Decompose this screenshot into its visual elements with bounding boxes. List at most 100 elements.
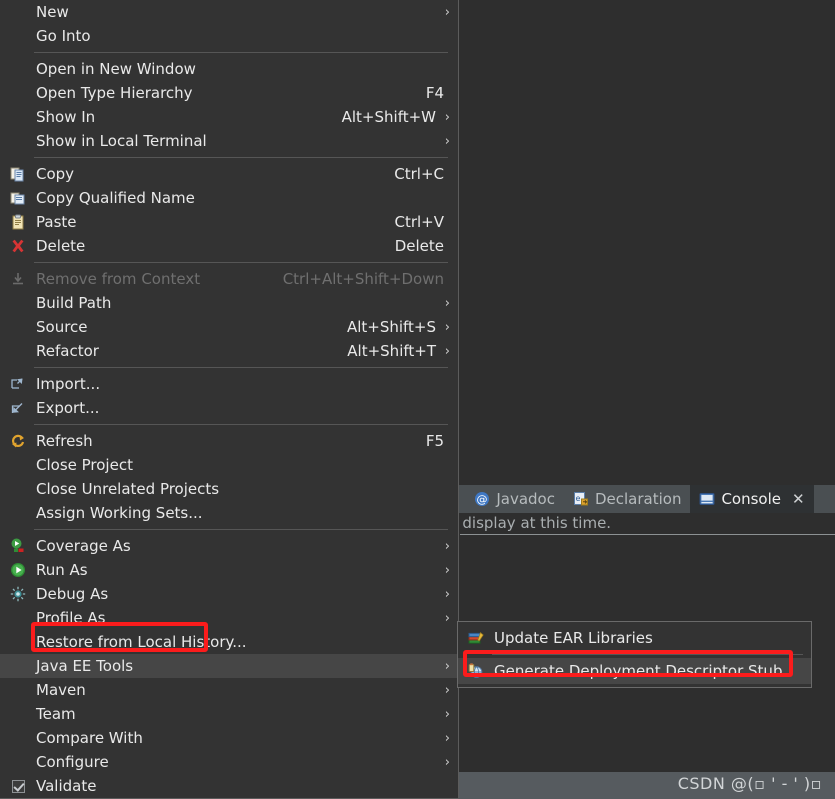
menu-item-label: Refactor	[36, 342, 99, 360]
menu-item-source[interactable]: Source Alt+Shift+S ›	[0, 315, 458, 339]
menu-item-import[interactable]: Import...	[0, 372, 458, 396]
export-icon	[0, 397, 36, 419]
submenu-item-label: Generate Deployment Descriptor Stub	[494, 662, 783, 680]
menu-item-label: Validate	[36, 777, 97, 795]
chevron-right-icon: ›	[444, 658, 450, 674]
submenu-separator	[492, 654, 803, 655]
menu-item-label: Profile As	[36, 609, 106, 627]
submenu-item-generate-deployment-descriptor-stub[interactable]: Generate Deployment Descriptor Stub	[458, 658, 811, 684]
menu-item-label: Assign Working Sets...	[36, 504, 203, 522]
menu-item-java-ee-tools[interactable]: Java EE Tools ›	[0, 654, 458, 678]
menu-item-assign-working-sets[interactable]: Assign Working Sets...	[0, 501, 458, 525]
menu-item-close-unrelated-projects[interactable]: Close Unrelated Projects	[0, 477, 458, 501]
chevron-right-icon: ›	[444, 4, 450, 20]
menu-item-show-in-local-terminal[interactable]: Show in Local Terminal ›	[0, 129, 458, 153]
menu-item-go-into[interactable]: Go Into	[0, 24, 458, 48]
menu-item-label: Team	[36, 705, 76, 723]
csdn-watermark: CSDN @(▫ ' - ' )▫	[677, 774, 822, 793]
menu-item-label: Show in Local Terminal	[36, 132, 207, 150]
menu-item-paste[interactable]: Paste Ctrl+V	[0, 210, 458, 234]
menu-item-coverage-as[interactable]: Coverage As ›	[0, 534, 458, 558]
menu-item-label: Configure	[36, 753, 109, 771]
svg-text:e: e	[576, 494, 581, 503]
menu-separator	[34, 52, 448, 53]
menu-item-icon-placeholder	[0, 751, 36, 773]
menu-item-validate[interactable]: Validate	[0, 774, 458, 798]
chevron-right-icon: ›	[444, 319, 450, 335]
console-icon	[699, 491, 715, 507]
menu-item-label: Coverage As	[36, 537, 131, 555]
menu-item-refresh[interactable]: Refresh F5	[0, 429, 458, 453]
remove-from-context-icon	[0, 268, 36, 290]
menu-item-label: Close Unrelated Projects	[36, 480, 220, 498]
menu-item-compare-with[interactable]: Compare With ›	[0, 726, 458, 750]
chevron-right-icon: ›	[444, 343, 450, 359]
menu-item-label: Remove from Context	[36, 270, 201, 288]
menu-item-icon-placeholder	[0, 25, 36, 47]
menu-item-icon-placeholder	[0, 679, 36, 701]
delete-icon	[0, 235, 36, 257]
tab-console[interactable]: Console ✕	[690, 485, 814, 513]
menu-item-label: Delete	[36, 237, 86, 255]
console-divider	[460, 534, 835, 535]
run-as-icon	[0, 559, 36, 581]
submenu-item-update-ear-libraries[interactable]: Update EAR Libraries	[458, 625, 811, 651]
screenshot-root: ns@JavadoceDeclarationConsole✕ s to disp…	[0, 0, 835, 799]
chevron-right-icon: ›	[444, 295, 450, 311]
refresh-icon	[0, 430, 36, 452]
menu-item-export[interactable]: Export...	[0, 396, 458, 420]
menu-item-run-as[interactable]: Run As ›	[0, 558, 458, 582]
svg-text:@: @	[477, 493, 488, 506]
menu-item-icon-placeholder	[0, 1, 36, 23]
chevron-right-icon: ›	[444, 538, 450, 554]
menu-item-debug-as[interactable]: Debug As ›	[0, 582, 458, 606]
menu-item-configure[interactable]: Configure ›	[0, 750, 458, 774]
close-icon[interactable]: ✕	[792, 490, 805, 508]
menu-item-shortcut: Ctrl+V	[394, 213, 444, 231]
menu-item-maven[interactable]: Maven ›	[0, 678, 458, 702]
menu-item-label: Copy	[36, 165, 75, 183]
declaration-icon: e	[573, 491, 589, 507]
menu-item-delete[interactable]: Delete Delete	[0, 234, 458, 258]
menu-item-remove-from-context[interactable]: Remove from Context Ctrl+Alt+Shift+Down	[0, 267, 458, 291]
tab-label: Javadoc	[496, 490, 555, 508]
menu-item-copy[interactable]: Copy Ctrl+C	[0, 162, 458, 186]
menu-separator	[34, 157, 448, 158]
chevron-right-icon: ›	[444, 109, 450, 125]
menu-item-open-in-new-window[interactable]: Open in New Window	[0, 57, 458, 81]
menu-item-profile-as[interactable]: Profile As ›	[0, 606, 458, 630]
chevron-right-icon: ›	[444, 706, 450, 722]
menu-item-icon-placeholder	[0, 340, 36, 362]
context-menu[interactable]: New › Go Into Open in New Window Open Type H…	[0, 0, 459, 799]
menu-item-new[interactable]: New ›	[0, 0, 458, 24]
menu-item-build-path[interactable]: Build Path ›	[0, 291, 458, 315]
java-ee-tools-submenu[interactable]: Update EAR Libraries Generate Deployment …	[457, 621, 812, 688]
submenu-item-label: Update EAR Libraries	[494, 629, 653, 647]
menu-item-show-in[interactable]: Show In Alt+Shift+W ›	[0, 105, 458, 129]
coverage-as-icon	[0, 535, 36, 557]
menu-item-restore-from-local-history[interactable]: Restore from Local History...	[0, 630, 458, 654]
chevron-right-icon: ›	[444, 754, 450, 770]
chevron-right-icon: ›	[444, 133, 450, 149]
menu-item-icon-placeholder	[0, 58, 36, 80]
menu-item-label: Copy Qualified Name	[36, 189, 195, 207]
menu-item-shortcut: Delete	[394, 237, 444, 255]
view-tabbar-items: ns@JavadoceDeclarationConsole✕	[430, 485, 814, 513]
paste-icon	[0, 211, 36, 233]
menu-item-label: Build Path	[36, 294, 112, 312]
checkbox-checked-icon[interactable]	[11, 779, 25, 793]
menu-item-label: Refresh	[36, 432, 93, 450]
menu-item-refactor[interactable]: Refactor Alt+Shift+T ›	[0, 339, 458, 363]
menu-item-shortcut: F4	[425, 84, 444, 102]
menu-item-open-type-hierarchy[interactable]: Open Type Hierarchy F4	[0, 81, 458, 105]
menu-item-label: Paste	[36, 213, 77, 231]
tab-declaration[interactable]: e Declaration	[564, 485, 690, 513]
tab-label: Declaration	[594, 490, 682, 508]
menu-item-label: Show In	[36, 108, 96, 126]
menu-item-icon-placeholder	[0, 631, 36, 653]
menu-item-copy-qualified-name[interactable]: Copy Qualified Name	[0, 186, 458, 210]
menu-item-icon-placeholder	[0, 106, 36, 128]
menu-item-close-project[interactable]: Close Project	[0, 453, 458, 477]
tab-javadoc[interactable]: @ Javadoc	[465, 485, 564, 513]
menu-item-team[interactable]: Team ›	[0, 702, 458, 726]
